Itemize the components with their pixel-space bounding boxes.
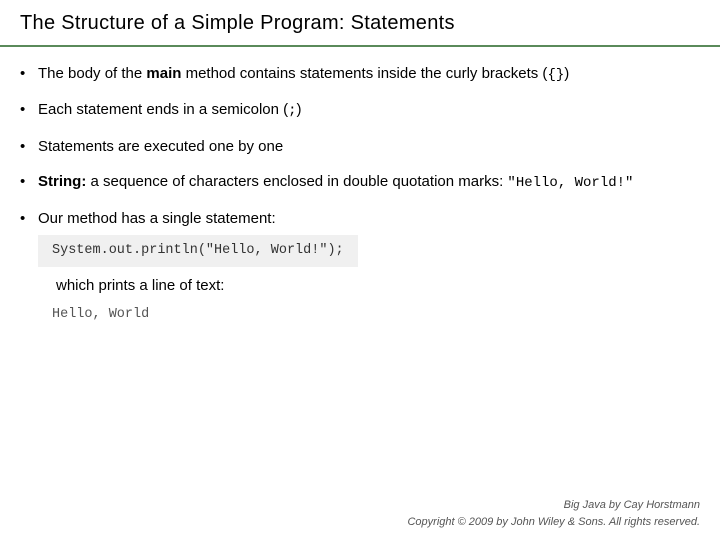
bullet-list: The body of the main method contains sta…	[20, 63, 700, 328]
bullet-text-4: String: a sequence of characters enclose…	[38, 173, 633, 190]
which-prints-label: which prints a line of text:	[56, 275, 700, 297]
footer-line1: Big Java by Cay Horstmann	[407, 497, 700, 514]
bullet-text-3: Statements are executed one by one	[38, 138, 283, 155]
list-item: The body of the main method contains sta…	[20, 63, 700, 85]
slide-container: The Structure of a Simple Program: State…	[0, 0, 720, 540]
footer-line2: Copyright © 2009 by John Wiley & Sons. A…	[407, 514, 700, 531]
slide-content: The body of the main method contains sta…	[0, 47, 720, 352]
list-item: String: a sequence of characters enclose…	[20, 171, 700, 193]
list-item: Our method has a single statement: Syste…	[20, 208, 700, 329]
bullet-text-5: Our method has a single statement:	[38, 210, 276, 227]
hello-world-string-code: "Hello, World!"	[507, 175, 633, 191]
bullet-text-2: Each statement ends in a semicolon (;)	[38, 101, 302, 118]
slide-footer: Big Java by Cay Horstmann Copyright © 20…	[407, 497, 700, 530]
curly-brackets-code: {}	[547, 67, 564, 83]
output-block: Hello, World	[38, 301, 700, 329]
bold-string: String:	[38, 173, 86, 190]
slide-header: The Structure of a Simple Program: State…	[0, 0, 720, 47]
slide-title: The Structure of a Simple Program: State…	[20, 12, 700, 35]
semicolon-code: ;	[288, 103, 296, 119]
list-item: Each statement ends in a semicolon (;)	[20, 99, 700, 121]
bold-main: main	[146, 65, 181, 82]
bullet-text-1: The body of the main method contains sta…	[38, 65, 569, 82]
list-item: Statements are executed one by one	[20, 136, 700, 158]
code-block-println: System.out.println("Hello, World!");	[38, 235, 358, 267]
